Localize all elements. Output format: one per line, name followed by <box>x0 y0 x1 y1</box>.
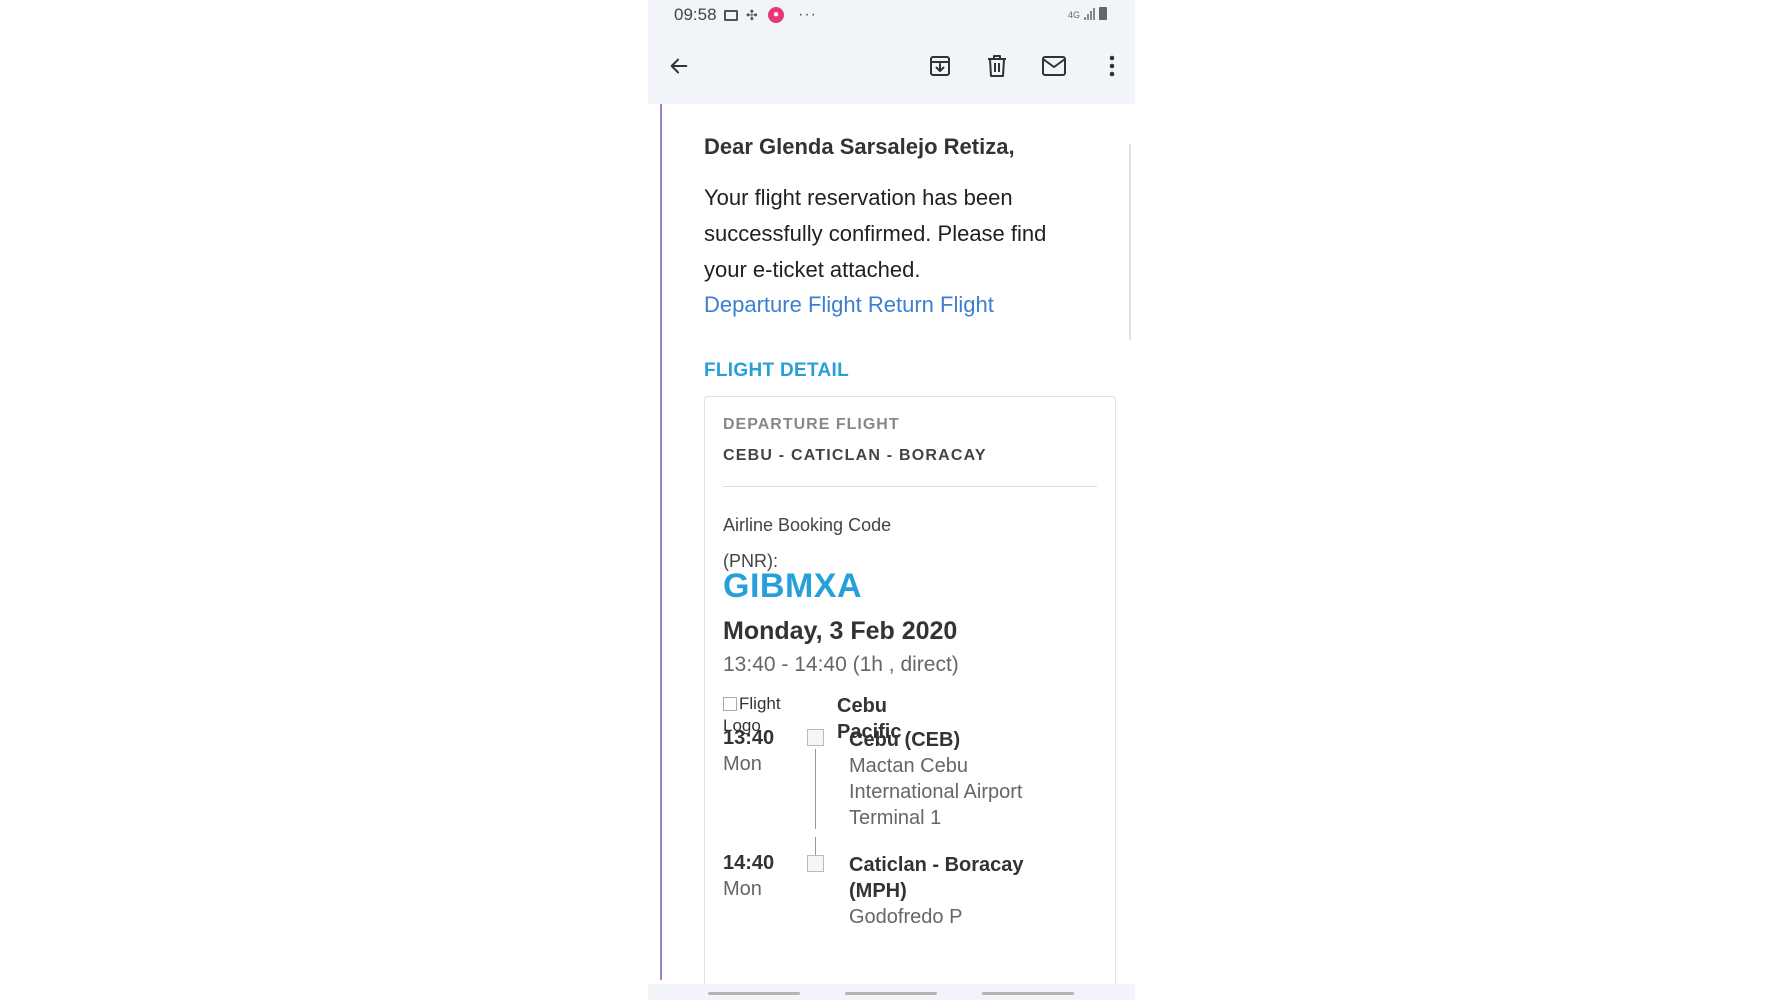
broken-image-icon <box>723 697 737 711</box>
scroll-edge <box>1129 144 1131 340</box>
network-type: 4G <box>1067 10 1080 20</box>
flight-card: DEPARTURE FLIGHT CEBU - CATICLAN - BORAC… <box>704 396 1116 996</box>
section-title: FLIGHT DETAIL <box>704 360 849 381</box>
departure-marker-icon <box>807 729 824 746</box>
archive-icon <box>930 56 950 76</box>
system-icons: 4G <box>1068 7 1107 20</box>
flight-date: Monday, 3 Feb 2020 <box>723 617 958 645</box>
more-options-button[interactable] <box>1096 50 1128 82</box>
flight-links: Departure Flight Return Flight <box>704 292 994 318</box>
pnr-code: GIBMXA <box>723 567 862 605</box>
mail-notification-icon <box>724 9 738 21</box>
thread-rule <box>660 104 662 980</box>
return-flight-link[interactable]: Return Flight <box>868 292 994 317</box>
more-notifications-icon: ··· <box>798 6 817 23</box>
signal-icon <box>1084 8 1095 20</box>
fan-notification-icon: ✣ <box>746 7 758 23</box>
system-nav-bar <box>648 984 1135 1000</box>
salutation: Dear Glenda Sarsalejo Retiza, <box>704 134 1015 159</box>
arrival-city: Caticlan - Boracay (MPH) <box>849 854 1024 902</box>
battery-icon <box>1099 7 1107 20</box>
back-button[interactable] <box>663 50 695 82</box>
notification-icons: ✣ ● ··· <box>724 6 817 24</box>
arrival-airport: Godofredo P <box>849 906 963 928</box>
delete-button[interactable] <box>981 50 1013 82</box>
app-notification-icon: ● <box>768 7 784 23</box>
flight-times: 13:40 - 14:40 (1h , direct) <box>723 653 959 676</box>
flight-route: CEBU - CATICLAN - BORACAY <box>723 447 987 464</box>
intro-text: Your flight reservation has been success… <box>704 185 1047 282</box>
departure-city: Cebu (CEB) <box>849 729 961 751</box>
status-time: 09:58 <box>674 5 717 24</box>
route-line <box>815 749 816 829</box>
departure-airport: Mactan Cebu International Airport Termin… <box>849 755 1023 829</box>
flight-direction: DEPARTURE FLIGHT <box>723 416 900 433</box>
arrow-left-icon <box>670 58 688 74</box>
nav-back-button[interactable] <box>982 992 1074 995</box>
phone-screen: 09:58 ✣ ● ··· 4G Dear Glenda Sarsalejo R… <box>648 0 1135 1000</box>
trash-icon <box>988 55 1006 77</box>
mark-unread-button[interactable] <box>1038 50 1070 82</box>
email-body[interactable]: Dear Glenda Sarsalejo Retiza, Your fligh… <box>648 104 1135 996</box>
status-bar: 09:58 ✣ ● ··· 4G <box>648 0 1135 30</box>
divider <box>723 486 1097 487</box>
departure-flight-link[interactable]: Departure Flight <box>704 292 862 317</box>
departure-time: 13:40 <box>723 727 775 749</box>
arrival-day: Mon <box>723 878 762 900</box>
nav-recent-button[interactable] <box>708 992 800 995</box>
departure-day: Mon <box>723 753 762 775</box>
nav-home-button[interactable] <box>845 992 937 995</box>
arrival-marker-icon <box>807 855 824 872</box>
archive-button[interactable] <box>924 50 956 82</box>
mail-icon <box>1042 56 1066 76</box>
arrival-time: 14:40 <box>723 852 775 874</box>
more-vert-icon <box>1109 55 1115 77</box>
email-toolbar <box>648 30 1135 104</box>
